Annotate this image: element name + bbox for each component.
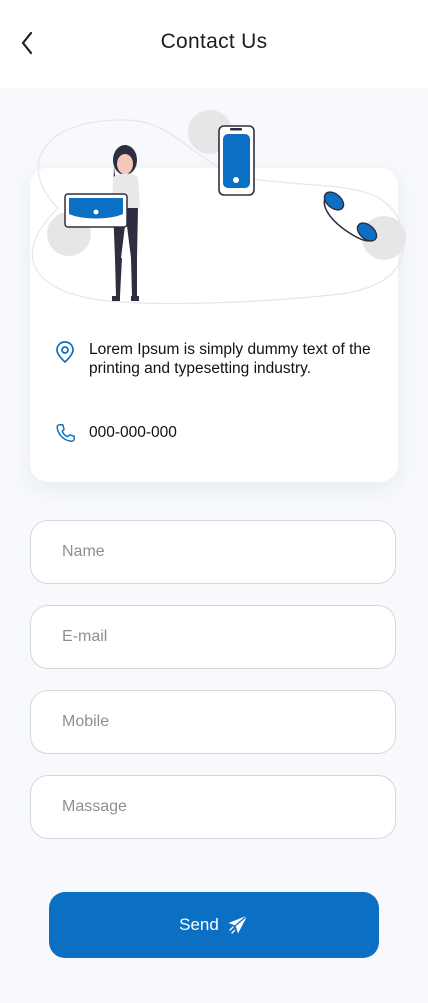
email-field[interactable] bbox=[30, 605, 396, 669]
send-button[interactable]: Send bbox=[49, 892, 379, 958]
header-bar: Contact Us bbox=[0, 0, 428, 88]
phone-number[interactable]: 000-000-000 bbox=[89, 422, 177, 444]
phone-icon bbox=[56, 424, 75, 442]
paper-plane-icon bbox=[228, 915, 248, 934]
email-input[interactable] bbox=[31, 606, 395, 668]
address-row: Lorem Ipsum is simply dummy text of the … bbox=[54, 340, 374, 378]
name-field[interactable] bbox=[30, 520, 396, 584]
name-input[interactable] bbox=[31, 521, 395, 583]
mobile-field[interactable] bbox=[30, 690, 396, 754]
message-field[interactable] bbox=[30, 775, 396, 839]
location-pin-icon bbox=[56, 341, 74, 364]
contact-illustration bbox=[31, 110, 406, 305]
message-input[interactable] bbox=[31, 776, 395, 838]
send-button-label: Send bbox=[179, 915, 219, 934]
phone-row[interactable]: 000-000-000 bbox=[54, 421, 374, 445]
mobile-input[interactable] bbox=[31, 691, 395, 753]
page-title: Contact Us bbox=[160, 30, 268, 53]
address-text: Lorem Ipsum is simply dummy text of the … bbox=[89, 341, 371, 377]
